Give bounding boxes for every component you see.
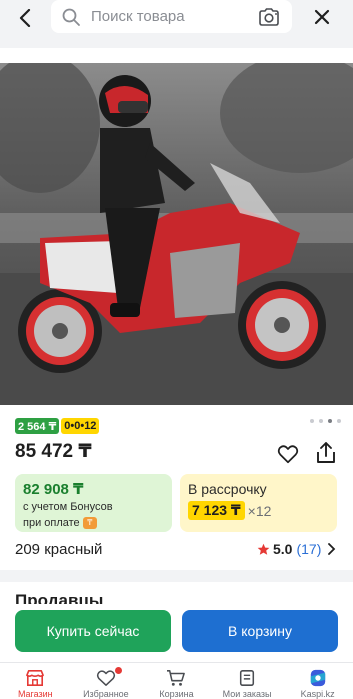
notification-dot bbox=[114, 667, 122, 674]
rating-value: 5.0 bbox=[273, 541, 293, 557]
nav-label: Избранное bbox=[83, 689, 129, 699]
installment-badge: 0•0•12 bbox=[61, 418, 100, 434]
orders-icon bbox=[240, 670, 255, 686]
product-variant: 209 красный bbox=[15, 541, 103, 558]
rating-link[interactable]: 5.0 (17) bbox=[257, 541, 337, 557]
close-button[interactable] bbox=[308, 3, 336, 31]
favorite-heart-icon[interactable] bbox=[277, 443, 299, 465]
kaspi-logo-icon bbox=[310, 669, 325, 687]
bottom-navigation: Магазин Избранное Корзина Мои заказы Kas… bbox=[0, 662, 353, 699]
bonus-price-card[interactable]: 82 908 ₸ с учетом Бонусов при оплате ₸ bbox=[15, 474, 172, 532]
header-spacer bbox=[0, 48, 353, 63]
bonus-price: 82 908 ₸ bbox=[23, 481, 84, 498]
installment-card[interactable]: В рассрочку 7 123 ₸ ×12 bbox=[180, 474, 337, 532]
installment-row: 7 123 ₸ ×12 bbox=[188, 501, 329, 520]
section-divider bbox=[0, 570, 353, 582]
review-count: (17) bbox=[296, 541, 322, 557]
top-bar: Поиск товара bbox=[0, 0, 353, 48]
carousel-dot bbox=[310, 419, 314, 423]
bonus-line2-row: при оплате ₸ bbox=[23, 516, 164, 530]
shop-icon bbox=[26, 669, 45, 687]
installment-title: В рассрочку bbox=[188, 481, 267, 497]
installment-amount: 7 123 ₸ bbox=[188, 501, 245, 520]
chevron-right-icon bbox=[328, 543, 336, 555]
nav-orders[interactable]: Мои заказы bbox=[212, 663, 283, 699]
kaspi-pay-icon: ₸ bbox=[82, 517, 97, 530]
search-placeholder: Поиск товара bbox=[91, 8, 185, 25]
product-image[interactable] bbox=[0, 63, 353, 405]
buy-now-button[interactable]: Купить сейчас bbox=[15, 610, 171, 652]
search-input[interactable]: Поиск товара bbox=[51, 0, 292, 33]
image-carousel-dots bbox=[310, 419, 341, 423]
nav-label: Корзина bbox=[159, 689, 194, 699]
nav-shop[interactable]: Магазин bbox=[0, 663, 71, 699]
action-bar: Купить сейчас В корзину bbox=[0, 604, 353, 662]
carousel-dot-active bbox=[328, 419, 332, 423]
nav-favorites[interactable]: Избранное bbox=[71, 663, 142, 699]
motorcycle-photo bbox=[0, 63, 353, 405]
add-to-cart-button[interactable]: В корзину bbox=[182, 610, 338, 652]
carousel-dot bbox=[319, 419, 323, 423]
bonus-line2: при оплате bbox=[23, 517, 80, 529]
camera-search-icon[interactable] bbox=[258, 7, 280, 27]
back-button[interactable] bbox=[10, 6, 42, 30]
nav-kaspi[interactable]: Kaspi.kz bbox=[282, 663, 353, 699]
share-icon[interactable] bbox=[315, 441, 337, 465]
nav-label: Мои заказы bbox=[222, 689, 272, 699]
bonus-badge: 2 564 ₸ bbox=[15, 418, 60, 434]
promo-badges: 2 564 ₸ 0•0•12 bbox=[15, 418, 100, 434]
bonus-line1: с учетом Бонусов bbox=[23, 501, 113, 513]
back-arrow-icon bbox=[19, 9, 31, 27]
nav-cart[interactable]: Корзина bbox=[141, 663, 212, 699]
sellers-heading: Продавцы bbox=[15, 591, 104, 605]
search-icon bbox=[62, 8, 80, 26]
nav-label: Магазин bbox=[17, 689, 53, 699]
cart-icon bbox=[167, 670, 186, 686]
installment-multiplier: ×12 bbox=[247, 502, 272, 519]
product-price: 85 472 ₸ bbox=[15, 441, 92, 462]
close-icon bbox=[314, 9, 330, 25]
carousel-dot bbox=[337, 419, 341, 423]
nav-label: Kaspi.kz bbox=[300, 689, 335, 699]
star-icon bbox=[257, 543, 270, 555]
heart-icon bbox=[96, 670, 115, 686]
